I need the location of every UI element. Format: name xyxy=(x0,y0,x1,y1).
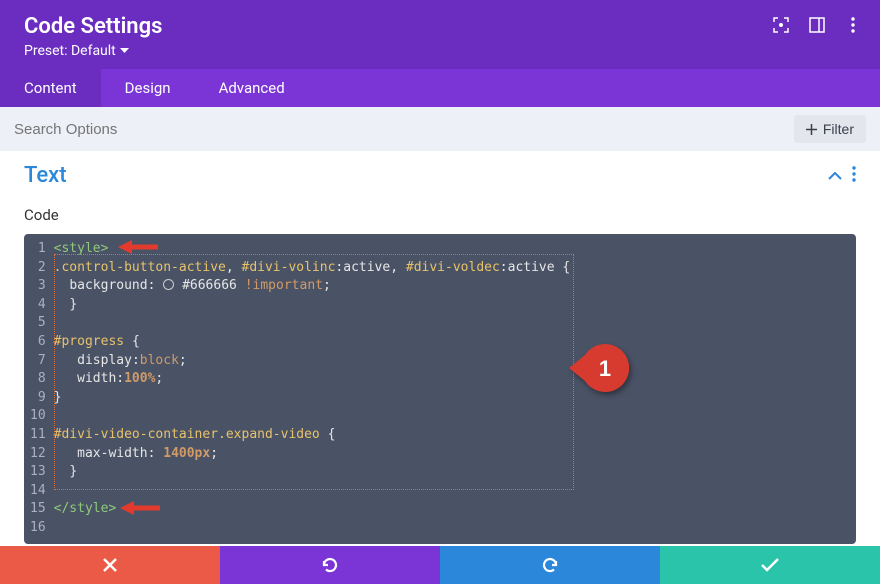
undo-button[interactable] xyxy=(220,546,440,584)
code-field-label: Code xyxy=(24,206,856,224)
tab-content[interactable]: Content xyxy=(0,69,101,107)
undo-icon xyxy=(321,556,339,574)
code-editor[interactable]: 12345678910111213141516 <style> .control… xyxy=(24,234,856,544)
preset-label: Preset: Default xyxy=(24,43,116,59)
check-icon xyxy=(761,558,779,572)
settings-title: Code Settings xyxy=(24,14,856,39)
search-input[interactable] xyxy=(14,121,784,138)
annotation-badge-number: 1 xyxy=(599,356,611,381)
annotation-badge: 1 xyxy=(569,344,629,392)
section-more-icon[interactable] xyxy=(852,166,856,186)
chevron-down-icon xyxy=(120,48,129,54)
filter-label: Filter xyxy=(823,121,854,137)
cancel-button[interactable] xyxy=(0,546,220,584)
footer-actions xyxy=(0,546,880,584)
annotation-arrow-bottom xyxy=(120,500,160,516)
close-icon xyxy=(103,558,117,572)
annotation-arrow-top xyxy=(118,239,158,255)
filter-button[interactable]: Filter xyxy=(794,115,866,143)
panel-icon[interactable] xyxy=(808,16,826,34)
collapse-icon[interactable] xyxy=(828,166,842,185)
tab-design[interactable]: Design xyxy=(101,69,195,107)
search-bar: Filter xyxy=(0,107,880,151)
plus-icon xyxy=(806,124,817,135)
settings-header: Code Settings Preset: Default xyxy=(0,0,880,69)
tab-bar: Content Design Advanced xyxy=(0,69,880,107)
redo-button[interactable] xyxy=(440,546,660,584)
save-button[interactable] xyxy=(660,546,880,584)
section-title: Text xyxy=(24,163,67,188)
preset-dropdown[interactable]: Preset: Default xyxy=(24,43,856,59)
redo-icon xyxy=(541,556,559,574)
text-section: Text Code xyxy=(0,151,880,224)
more-icon[interactable] xyxy=(844,16,862,34)
line-gutter: 12345678910111213141516 xyxy=(24,240,54,538)
code-body[interactable]: <style> .control-button-active, #divi-vo… xyxy=(54,240,856,538)
focus-icon[interactable] xyxy=(772,16,790,34)
tab-advanced[interactable]: Advanced xyxy=(195,69,309,107)
